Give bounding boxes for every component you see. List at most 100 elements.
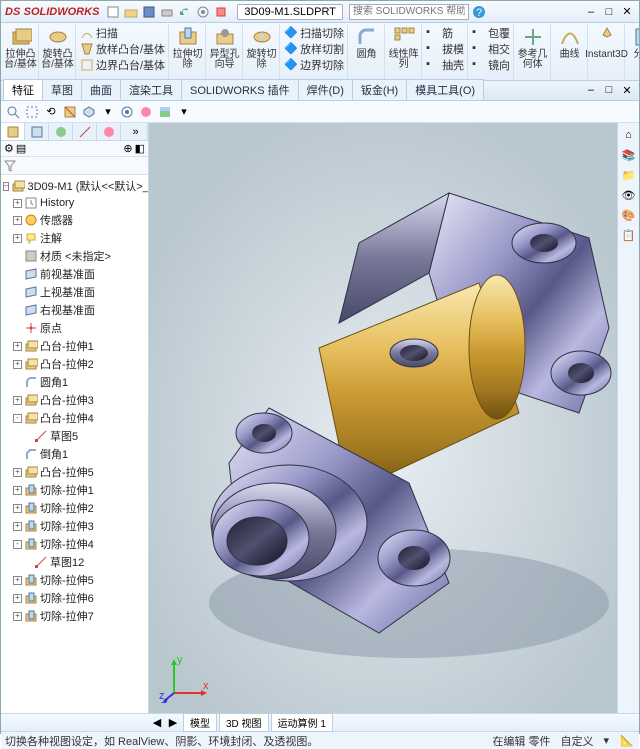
hide-show-icon[interactable]: [119, 104, 135, 120]
maximize-icon[interactable]: □: [601, 4, 617, 20]
taskpane-explorer-icon[interactable]: 📁: [621, 167, 637, 183]
zoom-fit-icon[interactable]: [5, 104, 21, 120]
tree-node[interactable]: -凸台-拉伸4: [1, 409, 148, 427]
tree-node[interactable]: 倒角1: [1, 445, 148, 463]
tree-node[interactable]: 原点: [1, 319, 148, 337]
tree-node[interactable]: -切除-拉伸4: [1, 535, 148, 553]
doc-close-icon[interactable]: ✕: [619, 82, 635, 98]
boundary-item[interactable]: 边界凸台/基体: [80, 57, 165, 73]
tree-node[interactable]: 右视基准面: [1, 301, 148, 319]
section-view-icon[interactable]: [62, 104, 78, 120]
bottom-tab-model[interactable]: 模型: [183, 713, 217, 732]
panel-expand-icon[interactable]: »: [124, 123, 148, 140]
boundary-cut-item[interactable]: 🔷边界切除: [284, 57, 344, 73]
tree-tool-icon[interactable]: ⚙: [4, 142, 14, 155]
rib-item[interactable]: ▪筋: [426, 25, 453, 41]
display-tab[interactable]: [97, 123, 121, 140]
tree-root[interactable]: –3D09-M1 (默认<<默认>_显示: [1, 177, 148, 195]
tree-node[interactable]: +切除-拉伸3: [1, 517, 148, 535]
tree-node[interactable]: +切除-拉伸5: [1, 571, 148, 589]
taskpane-view-icon[interactable]: 👁: [621, 187, 637, 203]
revolve-boss-button[interactable]: 旋转凸 台/基体: [40, 24, 76, 79]
tab-sheetmetal[interactable]: 钣金(H): [352, 79, 407, 100]
graphics-viewport[interactable]: yxz: [149, 123, 617, 713]
bottom-tab-3dview[interactable]: 3D 视图: [219, 713, 269, 732]
tree-node[interactable]: +切除-拉伸7: [1, 607, 148, 625]
print-icon[interactable]: [159, 4, 175, 20]
sweep-item[interactable]: 扫描: [80, 25, 118, 41]
tree-node[interactable]: +凸台-拉伸3: [1, 391, 148, 409]
tree-node[interactable]: +History: [1, 195, 148, 211]
tab-features[interactable]: 特征: [3, 79, 43, 100]
property-tab[interactable]: [25, 123, 49, 140]
edit-appearance-icon[interactable]: [138, 104, 154, 120]
ref-geom-button[interactable]: 参考几 何体: [515, 24, 551, 79]
status-unit-icon[interactable]: 📐: [619, 733, 635, 749]
tree-node[interactable]: 草图12: [1, 553, 148, 571]
tab-render[interactable]: 渲染工具: [120, 79, 182, 100]
settings-icon[interactable]: [195, 4, 211, 20]
extrude-cut-button[interactable]: 拉伸切 除: [170, 24, 206, 79]
loft-cut-item[interactable]: 🔷放样切割: [284, 41, 344, 57]
open-icon[interactable]: [123, 4, 139, 20]
sweep-cut-item[interactable]: 🔷扫描切除: [284, 25, 344, 41]
fillet-button[interactable]: 圆角: [349, 24, 385, 79]
tab-scroll-left-icon[interactable]: ◀: [149, 715, 165, 731]
tab-scroll-right-icon[interactable]: ▶: [165, 715, 181, 731]
extrude-boss-button[interactable]: 拉伸凸 台/基体: [3, 24, 39, 79]
wrap-item[interactable]: ▪包覆: [472, 25, 510, 41]
help-search-input[interactable]: [349, 4, 469, 20]
draft-item[interactable]: ▪拔模: [426, 41, 464, 57]
tree-node[interactable]: 上视基准面: [1, 283, 148, 301]
doc-max-icon[interactable]: □: [601, 82, 617, 98]
instant3d-button[interactable]: Instant3D: [589, 24, 625, 79]
doc-min-icon[interactable]: –: [583, 82, 599, 98]
help-icon[interactable]: ?: [471, 4, 487, 20]
tree-node[interactable]: +传感器: [1, 211, 148, 229]
tree-tool-icon[interactable]: ◧: [135, 142, 145, 155]
document-tab[interactable]: 3D09-M1.SLDPRT: [237, 4, 343, 20]
status-custom[interactable]: 自定义: [560, 733, 593, 749]
tab-weldment[interactable]: 焊件(D): [298, 79, 353, 100]
tree-node[interactable]: +凸台-拉伸1: [1, 337, 148, 355]
minimize-icon[interactable]: –: [583, 4, 599, 20]
tab-sketch[interactable]: 草图: [42, 79, 82, 100]
tree-tool-icon[interactable]: ▤: [16, 142, 26, 155]
split-button[interactable]: 分割: [626, 24, 639, 79]
mirror-item[interactable]: ▪镜向: [472, 57, 510, 73]
dim-tab[interactable]: [73, 123, 97, 140]
save-icon[interactable]: [141, 4, 157, 20]
view-settings-icon[interactable]: ▾: [176, 104, 192, 120]
tree-node[interactable]: +凸台-拉伸2: [1, 355, 148, 373]
tree-node[interactable]: +切除-拉伸6: [1, 589, 148, 607]
tree-node[interactable]: +凸台-拉伸5: [1, 463, 148, 481]
tree-node[interactable]: 前视基准面: [1, 265, 148, 283]
linear-pattern-button[interactable]: 线性阵 列: [386, 24, 422, 79]
zoom-area-icon[interactable]: [24, 104, 40, 120]
new-icon[interactable]: [105, 4, 121, 20]
tree-node[interactable]: 圆角1: [1, 373, 148, 391]
undo-icon[interactable]: [177, 4, 193, 20]
loft-item[interactable]: 放样凸台/基体: [80, 41, 165, 57]
orientation-triad[interactable]: yxz: [159, 653, 209, 703]
tab-surface[interactable]: 曲面: [81, 79, 121, 100]
tree-tool-icon[interactable]: ⊕: [123, 142, 132, 155]
rebuild-icon[interactable]: [213, 4, 229, 20]
display-style-icon[interactable]: ▾: [100, 104, 116, 120]
tree-filter[interactable]: [1, 157, 148, 175]
tree-node[interactable]: +注解: [1, 229, 148, 247]
config-tab[interactable]: [49, 123, 73, 140]
view-orient-icon[interactable]: [81, 104, 97, 120]
hole-wizard-button[interactable]: 异型孔 向导: [207, 24, 243, 79]
tree-node[interactable]: 草图5: [1, 427, 148, 445]
taskpane-appear-icon[interactable]: 🎨: [621, 207, 637, 223]
feature-tree-tab[interactable]: [1, 123, 25, 140]
tree-node[interactable]: +切除-拉伸1: [1, 481, 148, 499]
taskpane-prop-icon[interactable]: 📋: [621, 227, 637, 243]
scene-icon[interactable]: [157, 104, 173, 120]
intersect-item[interactable]: ▪相交: [472, 41, 510, 57]
shell-item[interactable]: ▪抽壳: [426, 57, 464, 73]
feature-tree[interactable]: –3D09-M1 (默认<<默认>_显示 +History+传感器+注解材质 <…: [1, 175, 148, 713]
revolve-cut-button[interactable]: 旋转切 除: [244, 24, 280, 79]
tree-node[interactable]: 材质 <未指定>: [1, 247, 148, 265]
